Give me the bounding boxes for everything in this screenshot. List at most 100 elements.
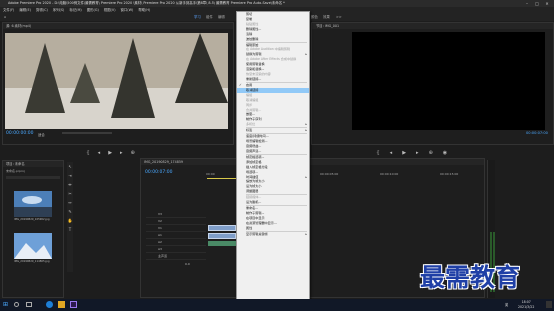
snowy-trees-image <box>5 33 228 129</box>
context-menu-item[interactable]: 波纹删除 <box>237 37 309 42</box>
track-header-a3[interactable]: A3 <box>146 246 206 253</box>
type-tool-icon[interactable]: T <box>67 225 73 234</box>
ripple-edit-icon[interactable]: ⇹ <box>67 180 73 189</box>
track-header-master[interactable]: 主声道 <box>146 253 206 260</box>
video-clip-v1[interactable] <box>208 225 236 231</box>
track-select-icon[interactable]: ⇥ <box>67 171 73 180</box>
context-menu-item[interactable]: 重新链接... <box>237 77 309 82</box>
prog-step-forward-icon[interactable]: ▸ <box>416 150 419 156</box>
submenu-arrow-icon: ▸ <box>305 122 307 127</box>
context-menu-item-label: 帧定格选项... <box>246 154 265 159</box>
track-header-a2[interactable]: A2 <box>146 239 206 246</box>
project-filename: 未命名.prproj <box>6 169 25 173</box>
source-video-frame <box>5 33 228 129</box>
workspace-tab-learn[interactable]: 学习 <box>194 13 201 21</box>
razor-tool-icon[interactable]: ✂ <box>67 189 73 198</box>
video-clip-v2[interactable] <box>208 233 236 239</box>
track-header-v3[interactable]: V3 <box>146 211 206 218</box>
track-header-v1[interactable]: V1 <box>146 225 206 232</box>
context-menu-item-label: 缩放为帧大小 <box>246 179 265 184</box>
master-volume-value[interactable]: 0.0 <box>185 262 190 266</box>
premiere-taskbar-icon[interactable] <box>70 301 77 308</box>
source-scrub-bar[interactable] <box>62 132 112 134</box>
context-menu-item-label: 速度/持续时间... <box>246 134 269 139</box>
source-monitor-tab[interactable]: 源: 6.素材(mp4) <box>3 23 233 29</box>
submenu-arrow-icon: ▸ <box>305 128 307 133</box>
context-menu-item[interactable]: 调整图层 <box>237 189 309 194</box>
context-menu-item-label: 粘贴属性 <box>246 21 259 26</box>
track-header-v2[interactable]: V2 <box>146 218 206 225</box>
timeline-ruler-mark: 00:00:10:00 <box>380 172 399 176</box>
mark-in-icon[interactable]: ⦃ <box>86 150 90 156</box>
program-video-frame <box>352 32 545 130</box>
context-menu-item-label: 场景编辑检测... <box>246 139 268 144</box>
context-menu-item[interactable]: 标签 ▸ <box>237 128 309 133</box>
context-menu-item[interactable]: 显示剪辑关键帧 ▸ <box>237 232 309 237</box>
work-area-bar[interactable] <box>207 178 236 179</box>
project-item-thumb[interactable] <box>14 233 52 259</box>
source-transport-controls: ⦃ ◂ ▶ ▸ ⊕ <box>86 150 135 156</box>
input-language[interactable]: 英 <box>505 302 508 307</box>
context-menu-item-label: 设为脱机... <box>246 200 262 205</box>
timeline-tab[interactable]: IMG_20190829_174859 <box>141 159 484 165</box>
context-menu-item-label: 音频增益... <box>246 143 262 148</box>
pen-tool-icon[interactable]: ✎ <box>67 207 73 216</box>
file-explorer-icon[interactable] <box>58 301 65 308</box>
slip-tool-icon[interactable]: ↔ <box>67 198 73 207</box>
system-clock[interactable]: 18:07 2021/3/22 <box>518 300 534 310</box>
context-menu-item-label: 调整图层 <box>246 189 259 194</box>
context-menu-item-label: 复制 <box>246 16 253 21</box>
task-view-icon[interactable] <box>26 302 32 307</box>
project-search-input[interactable] <box>6 176 60 179</box>
home-icon[interactable]: ⌂ <box>4 13 6 21</box>
project-item-thumb[interactable] <box>14 191 52 217</box>
insert-icon[interactable]: ⊕ <box>131 150 135 156</box>
minimize-icon[interactable]: – <box>522 0 532 7</box>
context-menu-item-label: 取消链接 <box>246 87 259 92</box>
workspace-more[interactable]: >> <box>336 13 342 21</box>
close-icon[interactable]: ✕ <box>542 0 552 7</box>
context-menu-item-label: 恢复未渲染的内容 <box>246 72 271 77</box>
step-forward-icon[interactable]: ▸ <box>120 150 123 156</box>
context-menu-item-label: 显示剪辑关键帧 <box>246 231 268 236</box>
notification-icon[interactable] <box>546 301 552 308</box>
prog-play-icon[interactable]: ▶ <box>402 150 406 156</box>
context-menu-item-label: 在 Adobe Audition 中编辑剪辑 <box>246 47 291 52</box>
workspace-tab-effects[interactable]: 效果 <box>323 13 330 21</box>
context-menu-item-label: 制作子剪辑... <box>246 210 265 215</box>
context-menu-item-label: 添加帧定格 <box>246 159 262 164</box>
step-back-icon[interactable]: ◂ <box>98 150 101 156</box>
windows-taskbar: ⊞ 英 18:07 2021/3/22 <box>0 299 554 311</box>
tools-panel: ↖ ⇥ ⇹ ✂ ↔ ✎ ✋ T <box>67 162 73 272</box>
program-transport-controls: ⦃ ◂ ▶ ▸ ⊕ ◉ <box>376 150 447 156</box>
context-menu-item-label: 清除 <box>246 31 253 36</box>
timeline-timecode: 00:00:07:00 <box>145 170 173 175</box>
edge-browser-icon[interactable] <box>46 301 53 308</box>
context-menu-item-label: 属性 <box>246 225 253 230</box>
context-menu-item[interactable]: 属性 <box>237 226 309 231</box>
context-menu-item-label: 多机位 <box>246 122 256 127</box>
prog-export-frame-icon[interactable]: ◉ <box>443 150 447 156</box>
context-menu-item-label: 插入帧定格分段 <box>246 164 268 169</box>
search-icon[interactable] <box>14 302 19 307</box>
source-zoom-select[interactable]: 适合 <box>38 132 45 137</box>
context-menu-item-label: 合并剪辑... <box>246 107 262 112</box>
program-monitor-tab[interactable]: 节目: IMG_001 <box>312 23 553 29</box>
context-menu-item-label: 在 Adobe After Effects 合成中替换 <box>246 57 297 62</box>
track-header-a1[interactable]: A1 <box>146 232 206 239</box>
audio-clip-a1[interactable] <box>208 241 236 246</box>
maximize-icon[interactable]: □ <box>532 0 542 7</box>
selection-tool-icon[interactable]: ↖ <box>67 162 73 171</box>
workspace-tab-assembly[interactable]: 组件 <box>206 13 213 21</box>
hand-tool-icon[interactable]: ✋ <box>67 216 73 225</box>
context-menu-item[interactable]: 音频声道... <box>237 149 309 154</box>
prog-lift-icon[interactable]: ⊕ <box>429 150 433 156</box>
play-icon[interactable]: ▶ <box>108 150 112 156</box>
submenu-arrow-icon: ▸ <box>305 231 307 236</box>
workspace-tab-editing[interactable]: 编辑 <box>218 13 225 21</box>
prog-step-back-icon[interactable]: ◂ <box>390 150 393 156</box>
workspace-tab-color[interactable]: 颜色 <box>311 13 318 21</box>
windows-start-icon[interactable]: ⊞ <box>3 301 8 308</box>
prog-mark-in-icon[interactable]: ⦃ <box>376 150 380 156</box>
context-menu-item[interactable]: 设为脱机... <box>237 200 309 205</box>
